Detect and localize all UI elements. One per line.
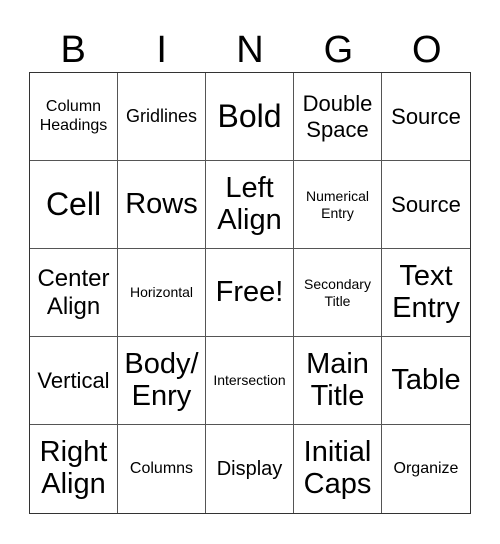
bingo-cell[interactable]: Rows bbox=[118, 161, 206, 249]
bingo-cell[interactable]: Main Title bbox=[294, 337, 382, 425]
bingo-cell[interactable]: Column Headings bbox=[30, 73, 118, 161]
bingo-cell[interactable]: Columns bbox=[118, 425, 206, 513]
bingo-cell[interactable]: Source bbox=[382, 161, 470, 249]
bingo-cell[interactable]: Body/ Enry bbox=[118, 337, 206, 425]
bingo-cell[interactable]: Source bbox=[382, 73, 470, 161]
bingo-header: B I N G O bbox=[29, 28, 471, 72]
bingo-cell[interactable]: Text Entry bbox=[382, 249, 470, 337]
bingo-cell[interactable]: Gridlines bbox=[118, 73, 206, 161]
bingo-cell[interactable]: Intersection bbox=[206, 337, 294, 425]
bingo-cell[interactable]: Left Align bbox=[206, 161, 294, 249]
bingo-cell[interactable]: Table bbox=[382, 337, 470, 425]
bingo-cell[interactable]: Horizontal bbox=[118, 249, 206, 337]
bingo-cell[interactable]: Numerical Entry bbox=[294, 161, 382, 249]
bingo-cell[interactable]: Center Align bbox=[30, 249, 118, 337]
bingo-cell[interactable]: Initial Caps bbox=[294, 425, 382, 513]
header-letter-i: I bbox=[156, 29, 167, 71]
bingo-cell[interactable]: Double Space bbox=[294, 73, 382, 161]
header-letter-g: G bbox=[323, 29, 354, 71]
bingo-grid: Column Headings Gridlines Bold Double Sp… bbox=[29, 72, 471, 514]
bingo-cell[interactable]: Vertical bbox=[30, 337, 118, 425]
header-letter-n: N bbox=[236, 29, 264, 71]
bingo-cell[interactable]: Secondary Title bbox=[294, 249, 382, 337]
bingo-cell[interactable]: Bold bbox=[206, 73, 294, 161]
bingo-cell[interactable]: Cell bbox=[30, 161, 118, 249]
bingo-cell[interactable]: Display bbox=[206, 425, 294, 513]
free-space-cell[interactable]: Free! bbox=[206, 249, 294, 337]
bingo-cell[interactable]: Organize bbox=[382, 425, 470, 513]
header-letter-b: B bbox=[60, 29, 86, 71]
bingo-cell[interactable]: Right Align bbox=[30, 425, 118, 513]
header-letter-o: O bbox=[412, 29, 442, 71]
